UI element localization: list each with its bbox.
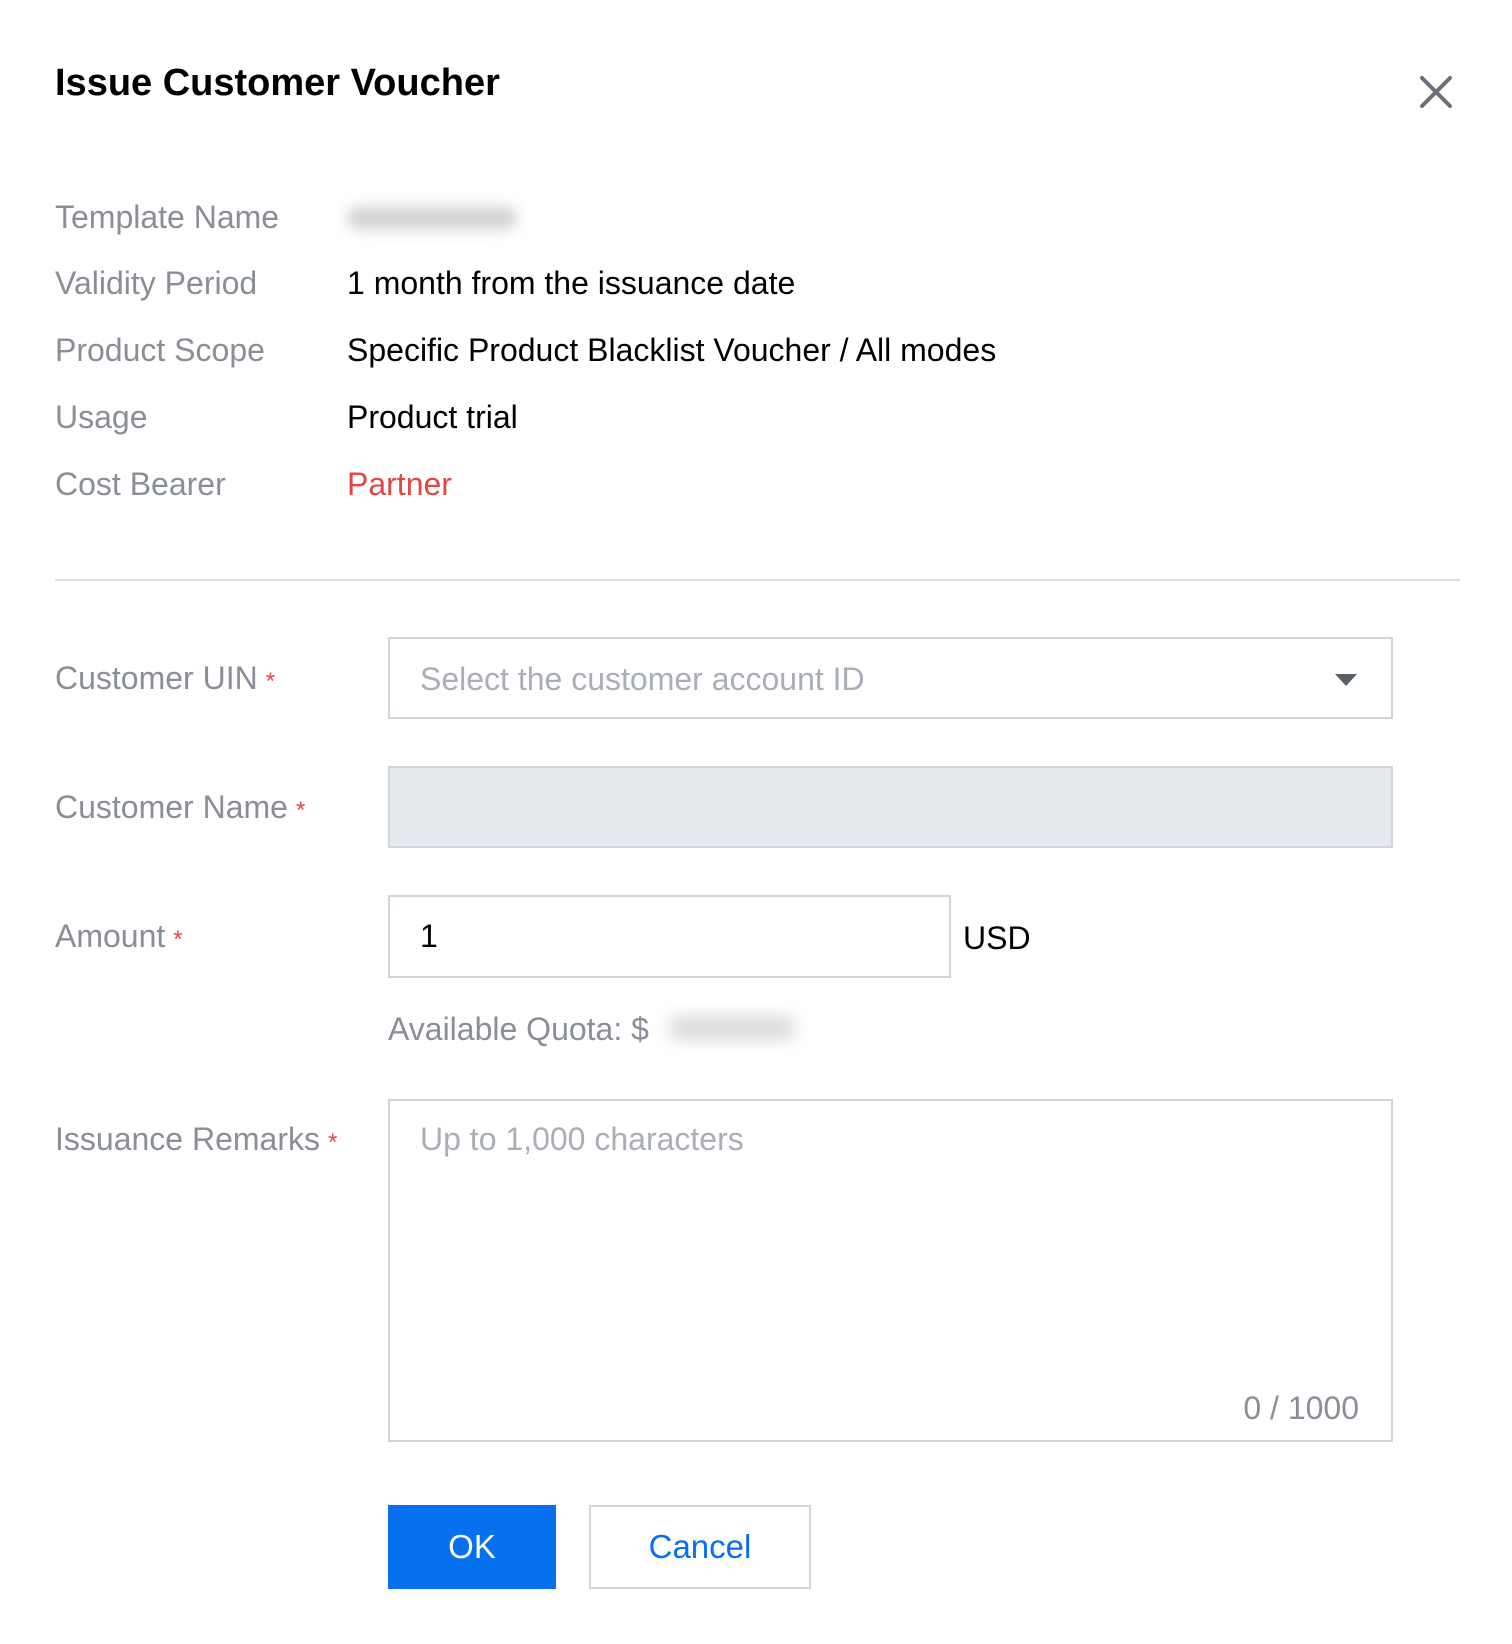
cost-bearer-value: Partner xyxy=(347,466,452,502)
customer-name-field xyxy=(388,766,1393,848)
amount-unit: USD xyxy=(963,920,1031,956)
required-mark: * xyxy=(173,926,183,953)
chevron-down-icon xyxy=(1335,674,1357,686)
customer-uin-placeholder: Select the customer account ID xyxy=(420,661,865,697)
customer-uin-select[interactable]: Select the customer account ID xyxy=(388,637,1393,719)
usage-value: Product trial xyxy=(347,399,518,435)
required-mark: * xyxy=(327,1129,338,1156)
cost-bearer-label: Cost Bearer xyxy=(55,466,226,502)
usage-label: Usage xyxy=(55,399,148,435)
issuance-remarks-label-text: Issuance Remarks xyxy=(55,1121,320,1157)
amount-label: Amount * xyxy=(55,916,183,956)
amount-input[interactable] xyxy=(390,897,949,976)
amount-field-wrapper xyxy=(388,895,951,978)
customer-uin-label: Customer UIN * xyxy=(55,658,275,698)
validity-period-label: Validity Period xyxy=(55,265,258,301)
customer-uin-label-text: Customer UIN xyxy=(55,660,258,696)
customer-name-label: Customer Name * xyxy=(55,787,305,827)
template-name-label: Template Name xyxy=(55,199,280,235)
required-mark: * xyxy=(295,797,306,824)
close-icon[interactable] xyxy=(1414,70,1458,114)
product-scope-label: Product Scope xyxy=(55,332,265,368)
cancel-button[interactable]: Cancel xyxy=(589,1505,811,1589)
validity-period-value: 1 month from the issuance date xyxy=(347,265,796,301)
section-divider xyxy=(55,579,1460,581)
issuance-remarks-wrapper: 0 / 1000 xyxy=(388,1099,1393,1442)
character-counter: 0 / 1000 xyxy=(1243,1390,1359,1426)
ok-button[interactable]: OK xyxy=(388,1505,556,1589)
issue-voucher-dialog: Issue Customer Voucher Template Name Val… xyxy=(0,0,1512,1644)
available-quota-text: Available Quota: $ xyxy=(388,1011,649,1047)
available-quota-value-redacted xyxy=(668,1016,796,1040)
issuance-remarks-textarea[interactable] xyxy=(390,1101,1391,1440)
issuance-remarks-label: Issuance Remarks * xyxy=(55,1119,337,1159)
customer-name-label-text: Customer Name xyxy=(55,789,288,825)
amount-label-text: Amount xyxy=(55,918,166,954)
template-name-value-redacted xyxy=(347,207,517,229)
dialog-title: Issue Customer Voucher xyxy=(55,62,500,104)
required-mark: * xyxy=(265,668,276,695)
product-scope-value: Specific Product Blacklist Voucher / All… xyxy=(347,332,997,368)
